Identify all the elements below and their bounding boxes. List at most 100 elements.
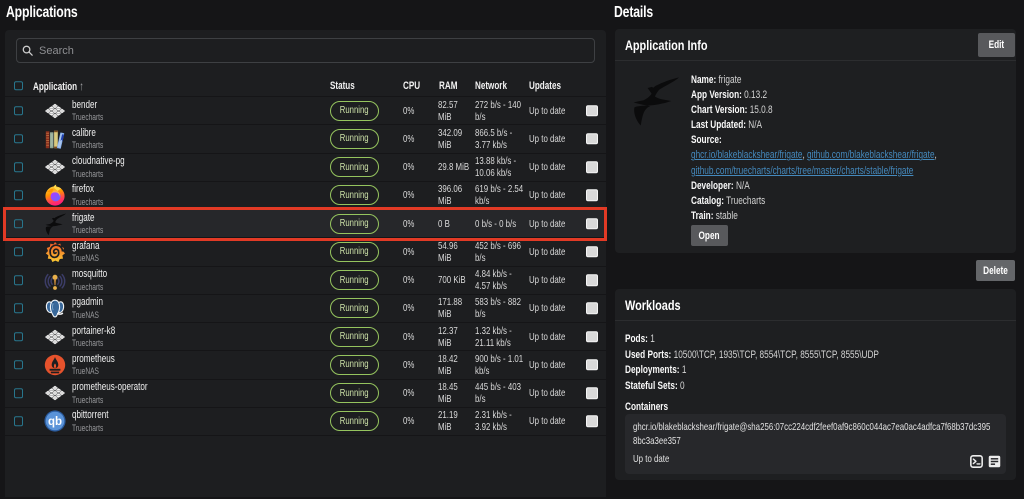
app-name-cell[interactable]: portainer-k8 Truecharts	[72, 324, 115, 348]
ram-cell: 0 B	[437, 217, 450, 230]
ram-cell: 12.37 MiB	[437, 324, 458, 349]
row-checkbox[interactable]	[13, 247, 23, 257]
stop-icon	[586, 274, 598, 286]
app-name-cell[interactable]: grafana TrueNAS	[72, 240, 99, 264]
status-cell: Running	[329, 128, 379, 149]
search-box[interactable]	[16, 38, 595, 63]
table-row-calibre[interactable]: calibre Truecharts Running 0% 342.09 MiB 866.…	[5, 125, 606, 154]
status-badge: Running	[329, 213, 379, 234]
info-field: Last Updated: N/A	[691, 118, 1014, 133]
table-row-prometheus-operator[interactable]: prometheus-operator Truecharts Running 0% 18…	[5, 379, 606, 408]
table-row-prometheus[interactable]: prometheus TrueNAS Running 0% 18.42 MiB 900 b…	[5, 351, 606, 380]
status-badge: Running	[329, 100, 379, 121]
stop-button[interactable]	[586, 302, 598, 315]
delete-button[interactable]: Delete	[976, 260, 1015, 281]
stop-button[interactable]	[586, 387, 598, 399]
field-label: App Version:	[691, 89, 742, 102]
row-checkbox[interactable]	[13, 218, 23, 229]
column-header-cpu[interactable]: CPU	[403, 80, 420, 92]
table-row-mosquitto[interactable]: mosquitto Truecharts Running 0% 700 KiB 4.84 …	[5, 266, 606, 295]
app-name-cell[interactable]: bender Truecharts	[72, 98, 103, 122]
app-name-cell[interactable]: frigate Truecharts	[72, 211, 103, 235]
stop-button[interactable]	[586, 161, 598, 173]
source-links: ghcr.io/blakeblackshear/frigate, github.…	[691, 149, 937, 177]
app-name-cell[interactable]: pgadmin TrueNAS	[72, 296, 103, 320]
ram-cell: 82.57 MiB	[437, 98, 458, 123]
search-input[interactable]	[39, 44, 588, 57]
column-header-status[interactable]: Status	[330, 80, 355, 92]
pgadmin-icon	[43, 296, 67, 320]
field-label: Pods:	[625, 333, 648, 345]
row-checkbox[interactable]	[13, 162, 23, 172]
stop-button[interactable]	[586, 189, 598, 202]
table-row-portainer-k8[interactable]: portainer-k8 Truecharts Running 0% 12.37 MiB…	[5, 323, 606, 352]
field-label: Used Ports:	[625, 348, 672, 361]
row-checkbox[interactable]	[13, 360, 23, 370]
app-name-cell[interactable]: firefox Truecharts	[72, 183, 103, 207]
network-cell: 1.32 kb/s - 21.11 kb/s	[475, 324, 512, 349]
app-catalog: TrueNAS	[71, 309, 99, 320]
table-row-qbittorrent[interactable]: qb qbittorrent Truecharts Running 0% 21.19 Mi…	[5, 407, 606, 436]
status-cell: Running	[329, 270, 379, 291]
table-row-cloudnative-pg[interactable]: cloudnative-pg Truecharts Running 0% 29.8 Mi…	[5, 153, 606, 182]
source-link[interactable]: github.com/truecharts/charts/tree/master…	[691, 165, 913, 177]
status-badge: Running	[329, 270, 379, 291]
table-row-bender[interactable]: bender Truecharts Running 0% 82.57 MiB 272 b/…	[5, 97, 606, 126]
row-checkbox[interactable]	[13, 303, 23, 314]
open-button[interactable]: Open	[691, 225, 728, 246]
stop-button[interactable]	[586, 359, 598, 371]
column-header-network[interactable]: Network	[475, 80, 507, 92]
app-name-cell[interactable]: cloudnative-pg Truecharts	[72, 155, 125, 179]
status-cell: Running	[329, 185, 379, 206]
table-row-firefox[interactable]: firefox Truecharts Running 0% 396.06 MiB 619 …	[5, 181, 606, 210]
select-all-checkbox[interactable]	[13, 80, 23, 91]
row-checkbox[interactable]	[13, 105, 23, 116]
app-name: mosquitto	[71, 267, 107, 280]
stop-button[interactable]	[586, 330, 598, 343]
column-header-ram[interactable]: RAM	[439, 80, 457, 92]
application-info-title: Application Info	[625, 36, 708, 53]
column-header-updates[interactable]: Updates	[529, 80, 561, 92]
app-catalog: Truecharts	[71, 337, 103, 348]
app-name-cell[interactable]: calibre Truecharts	[72, 127, 103, 151]
row-checkbox[interactable]	[13, 388, 23, 398]
field-label: Source:	[691, 134, 722, 147]
stop-button[interactable]	[586, 217, 598, 230]
workload-field: Pods: 1	[625, 332, 1006, 348]
stop-button[interactable]	[586, 246, 598, 258]
logs-icon[interactable]	[988, 455, 1001, 468]
row-checkbox[interactable]	[13, 416, 23, 427]
app-name-cell[interactable]: prometheus-operator Truecharts	[72, 381, 148, 405]
row-checkbox[interactable]	[13, 331, 23, 342]
status-cell: Running	[329, 100, 379, 121]
stop-button[interactable]	[586, 415, 598, 428]
source-link[interactable]: ghcr.io/blakeblackshear/frigate	[691, 149, 802, 161]
row-checkbox[interactable]	[13, 190, 23, 201]
source-link[interactable]: github.com/blakeblackshear/frigate	[807, 149, 934, 161]
app-name-cell[interactable]: qbittorrent Truecharts	[72, 409, 108, 433]
edit-button[interactable]: Edit	[978, 33, 1015, 57]
stop-button[interactable]	[586, 104, 598, 117]
table-row-grafana[interactable]: grafana TrueNAS Running 0% 54.96 MiB 452 b/s …	[5, 238, 606, 267]
field-label: Deployments:	[625, 364, 680, 377]
stop-button[interactable]	[586, 274, 598, 286]
status-cell: Running	[329, 298, 379, 319]
stop-button[interactable]	[586, 133, 598, 145]
stop-icon	[586, 161, 598, 173]
app-name-cell[interactable]: prometheus TrueNAS	[72, 353, 115, 377]
field-value: stable	[715, 209, 738, 222]
field-value: N/A	[748, 119, 763, 132]
app-name-cell[interactable]: mosquitto Truecharts	[72, 268, 107, 292]
stop-icon	[586, 246, 598, 258]
ram-cell: 700 KiB	[437, 274, 466, 287]
status-cell: Running	[329, 241, 379, 262]
column-header-application[interactable]: Application ↑	[33, 79, 84, 93]
row-checkbox[interactable]	[13, 275, 23, 285]
cpu-cell: 0%	[402, 330, 414, 343]
table-row-frigate[interactable]: frigate Truecharts Running 0% 0 B 0 b/s - 0 b…	[5, 210, 606, 239]
shell-icon[interactable]	[970, 455, 983, 468]
ram-cell: 18.42 MiB	[437, 352, 458, 377]
table-row-pgadmin[interactable]: pgadmin TrueNAS Running 0% 171.88 MiB 583 b/s…	[5, 294, 606, 323]
row-checkbox[interactable]	[13, 134, 23, 144]
workload-field: Used Ports: 10500\TCP, 1935\TCP, 8554\TC…	[625, 348, 1006, 364]
